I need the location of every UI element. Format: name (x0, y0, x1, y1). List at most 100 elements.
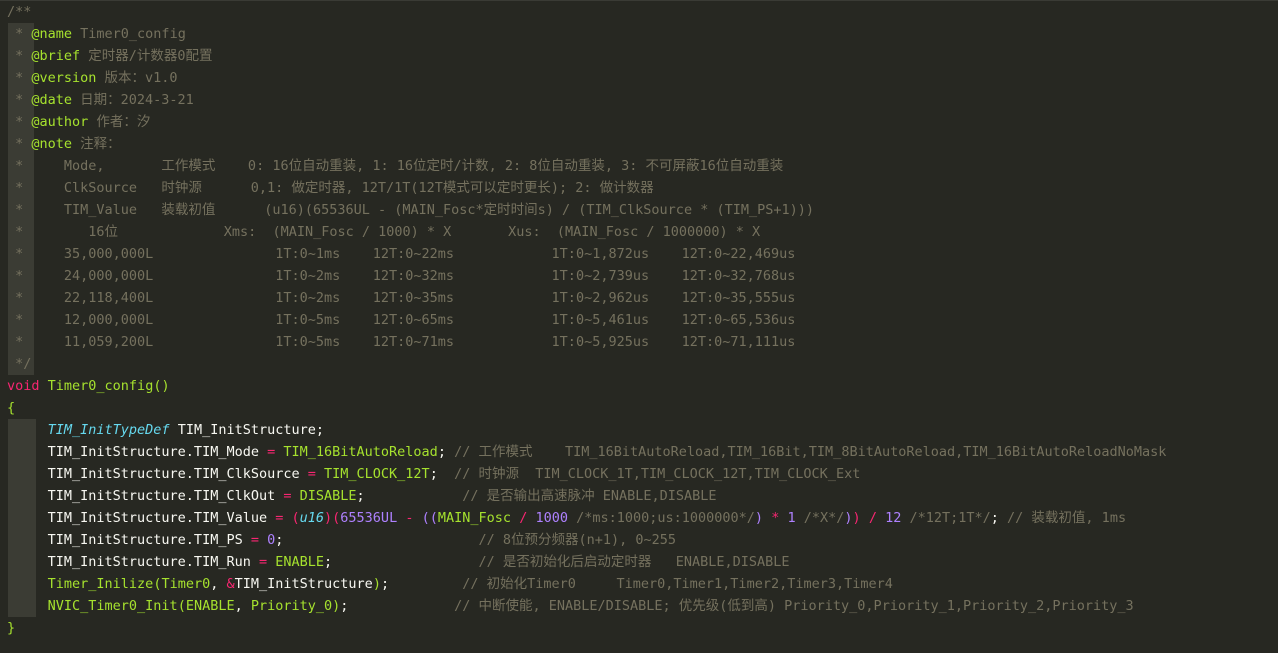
code-line[interactable]: * 11,059,200L 1T:0~5ms 12T:0~71ms 1T:0~5… (7, 331, 795, 353)
code-line[interactable]: void Timer0_config() (7, 375, 170, 397)
code-token: * 35,000,000L 1T:0~1ms 12T:0~22ms 1T:0~1… (7, 246, 796, 262)
code-token: 作者：汐 (88, 114, 151, 130)
code-line[interactable]: * 22,118,400L 1T:0~2ms 12T:0~35ms 1T:0~2… (7, 287, 795, 309)
code-token: / (868, 510, 877, 526)
editor-top-border (0, 0, 1278, 1)
code-line[interactable]: } (7, 617, 15, 639)
code-token: 注释： (72, 136, 121, 152)
code-line[interactable]: * 12,000,000L 1T:0~5ms 12T:0~65ms 1T:0~5… (7, 309, 795, 331)
code-token: @date (31, 92, 73, 108)
code-line[interactable]: TIM_InitStructure.TIM_ClkOut = DISABLE; … (7, 485, 717, 507)
code-line[interactable]: Timer_Inilize(Timer0, &TIM_InitStructure… (7, 573, 893, 595)
code-token: Timer0 (161, 576, 211, 592)
code-token: * TIM_Value 装载初值 (u16)(65536UL - (MAIN_F… (7, 202, 814, 218)
code-line[interactable]: TIM_InitStructure.TIM_Value = (u16)(6553… (7, 507, 1126, 529)
code-token: ( (177, 598, 186, 614)
code-token: Timer_Inilize (47, 576, 154, 592)
code-token: = (267, 444, 276, 460)
code-token: } (7, 620, 16, 636)
code-token: TIM_InitStructure; (169, 422, 324, 438)
code-line[interactable]: * @note 注释： (7, 133, 121, 155)
code-token: 65536UL (340, 510, 398, 526)
code-line[interactable]: * @name Timer0_config (7, 23, 186, 45)
code-token: ; (990, 510, 1008, 526)
code-token: TIM_16BitAutoReload (283, 444, 438, 460)
code-token: ; (356, 488, 463, 504)
code-token: () (153, 378, 170, 394)
code-line[interactable]: TIM_InitStructure.TIM_Mode = TIM_16BitAu… (7, 441, 1167, 463)
code-line[interactable]: * 16位 Xms: (MAIN_Fosc / 1000) * X Xus: (… (7, 221, 760, 243)
code-token: NVIC_Timer0_Init (47, 598, 178, 614)
code-token: TIM_InitStructure.TIM_Run (7, 554, 259, 570)
code-token: TIM_InitStructure.TIM_Value (7, 510, 276, 526)
code-line[interactable]: * 35,000,000L 1T:0~1ms 12T:0~22ms 1T:0~1… (7, 243, 795, 265)
code-token: * (7, 114, 32, 130)
code-token: @brief (31, 48, 81, 64)
code-line[interactable]: * TIM_Value 装载初值 (u16)(65536UL - (MAIN_F… (7, 199, 814, 221)
code-line[interactable]: * @brief 定时器/计数器0配置 (7, 45, 212, 67)
code-editor[interactable]: /** * @name Timer0_config * @brief 定时器/计… (0, 0, 1278, 653)
code-token: Timer0_config (47, 378, 154, 394)
code-token: TIM_InitStructure.TIM_PS (7, 532, 251, 548)
code-token: ; (437, 444, 455, 460)
code-line[interactable]: * @version 版本：v1.0 (7, 67, 178, 89)
code-token: & (226, 576, 235, 592)
code-token: * (7, 26, 32, 42)
code-line[interactable]: * ClkSource 时钟源 0,1: 做定时器, 12T/1T(12T模式可… (7, 177, 654, 199)
code-token: * ClkSource 时钟源 0,1: 做定时器, 12T/1T(12T模式可… (7, 180, 654, 196)
code-token: // 8位预分频器(n+1), 0~255 (478, 532, 677, 548)
code-token: @author (31, 114, 89, 130)
code-token: , (234, 598, 251, 614)
code-line[interactable]: TIM_InitStructure.TIM_Run = ENABLE; // 是… (7, 551, 790, 573)
code-token: 1 (787, 510, 796, 526)
code-token: TIM_InitStructure.TIM_ClkSource (7, 466, 308, 482)
code-line[interactable]: { (7, 397, 15, 419)
code-token: TIM_CLOCK_12T (324, 466, 430, 482)
code-token: MAIN_Fosc (437, 510, 512, 526)
code-token: // 初始化Timer0 Timer0,Timer1,Timer2,Timer3… (462, 576, 893, 592)
code-token: @name (31, 26, 73, 42)
code-token: ; (324, 554, 479, 570)
code-line[interactable]: TIM_InitStructure.TIM_PS = 0; // 8位预分频器(… (7, 529, 676, 551)
code-token: // 是否输出高速脉冲 ENABLE,DISABLE (462, 488, 717, 504)
code-token: , (210, 576, 227, 592)
code-token: * (7, 92, 32, 108)
code-token: (( (421, 510, 438, 526)
code-token: void (7, 378, 40, 394)
code-token: )( (324, 510, 341, 526)
code-line[interactable]: * Mode, 工作模式 0: 16位自动重装, 1: 16位定时/计数, 2:… (7, 155, 783, 177)
code-line[interactable]: * 24,000,000L 1T:0~2ms 12T:0~32ms 1T:0~2… (7, 265, 795, 287)
code-token: 日期：2024-3-21 (72, 92, 194, 108)
code-token: Priority_0 (250, 598, 333, 614)
code-token: ; (429, 466, 455, 482)
code-token: * Mode, 工作模式 0: 16位自动重装, 1: 16位定时/计数, 2:… (7, 158, 784, 174)
code-token: = (258, 554, 268, 570)
code-token: 版本：v1.0 (96, 70, 178, 86)
code-line[interactable]: * @date 日期：2024-3-21 (7, 89, 194, 111)
code-line[interactable]: NVIC_Timer0_Init(ENABLE, Priority_0); //… (7, 595, 1134, 617)
code-token: ENABLE (275, 554, 325, 570)
code-line[interactable]: */ (7, 353, 31, 375)
code-token: ENABLE (185, 598, 235, 614)
code-line[interactable]: TIM_InitTypeDef TIM_InitStructure; (7, 419, 324, 441)
code-line[interactable]: /** (7, 1, 31, 23)
code-token: * (7, 48, 32, 64)
code-token: = (250, 532, 259, 548)
code-line[interactable]: * @author 作者：汐 (7, 111, 150, 133)
code-token: @version (31, 70, 97, 86)
code-token: // 中断使能, ENABLE/DISABLE; 优先级(低到高) Priori… (454, 598, 1134, 614)
code-token: Timer0_config (72, 26, 186, 42)
code-line[interactable]: TIM_InitStructure.TIM_ClkSource = TIM_CL… (7, 463, 861, 485)
code-token: * 16位 Xms: (MAIN_Fosc / 1000) * X Xus: (… (7, 224, 761, 240)
code-token: // 装载初值, 1ms (1007, 510, 1127, 526)
